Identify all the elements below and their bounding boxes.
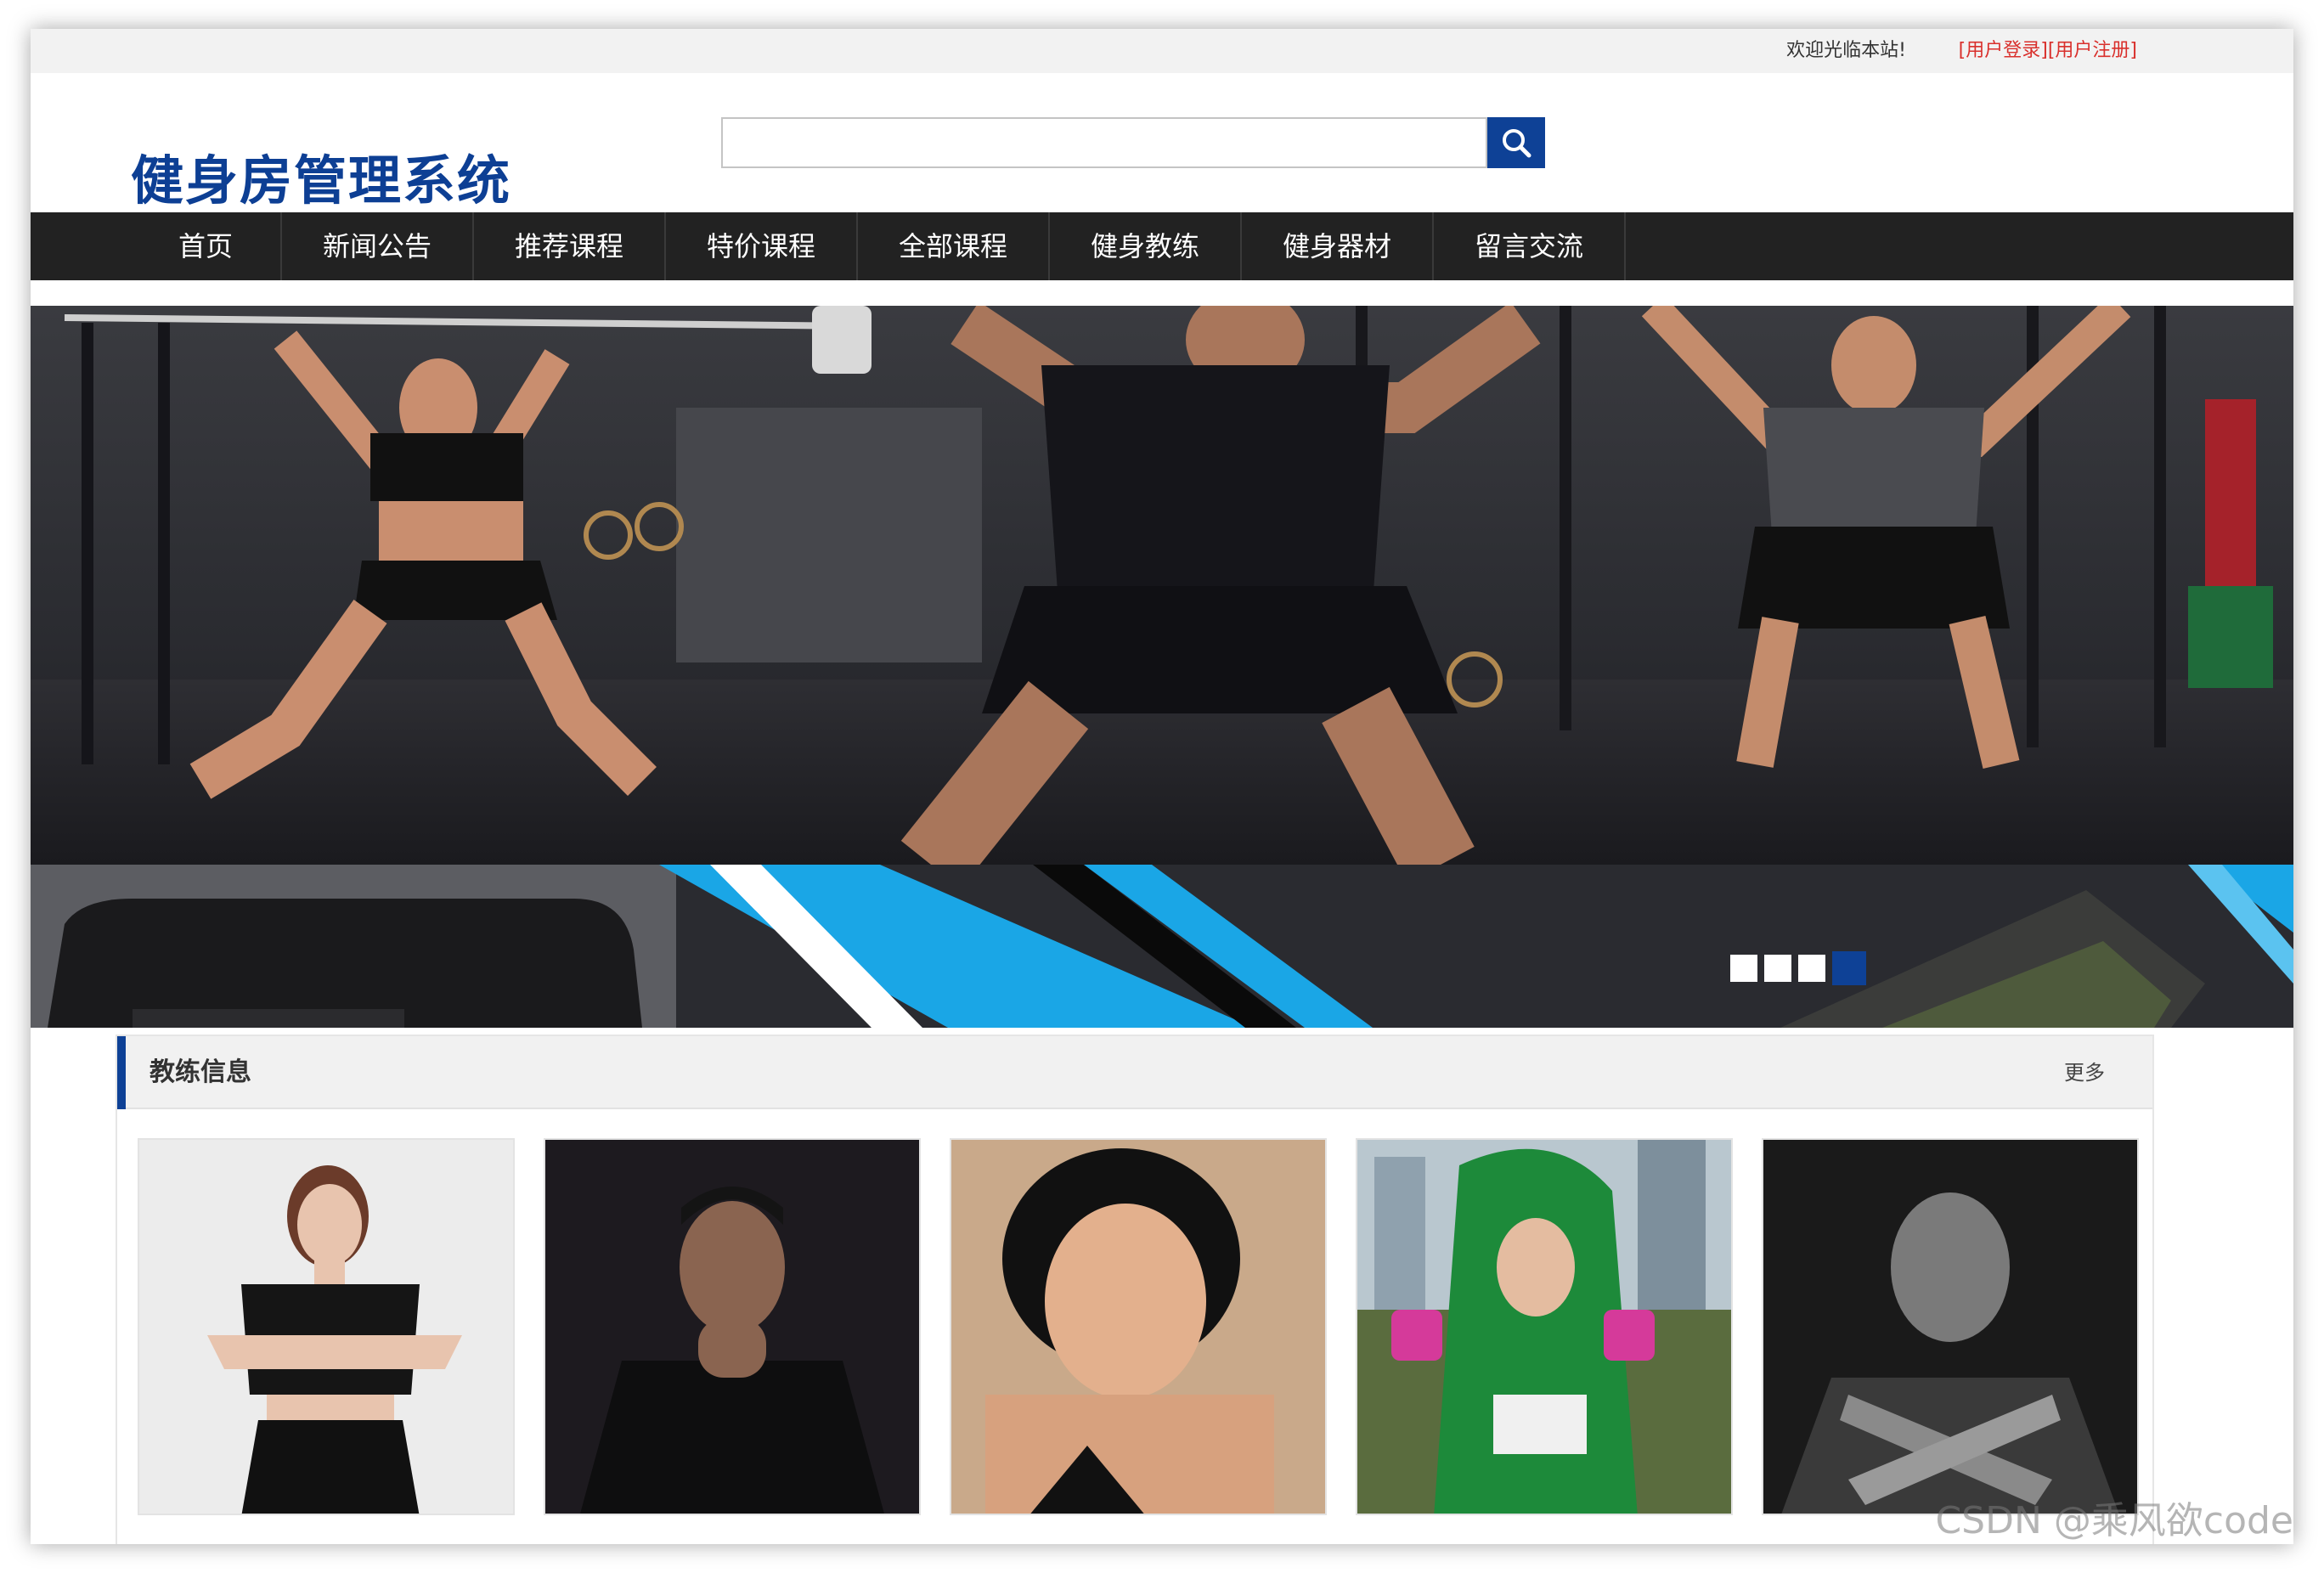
coach-photo-4 (1357, 1140, 1731, 1514)
carousel-dots (1730, 951, 1866, 985)
nav-item-5[interactable]: 全部课程 (858, 212, 1050, 280)
carousel-dot-3[interactable] (1798, 955, 1825, 982)
banner-photo (31, 306, 2293, 865)
nav-item-8[interactable]: 留言交流 (1434, 212, 1626, 280)
site-logo[interactable]: 健身房管理系统 (131, 138, 511, 214)
banner-strip-graphic (31, 865, 2293, 1028)
nav-item-4[interactable]: 特价课程 (666, 212, 858, 280)
login-link[interactable]: [用户登录] (1959, 40, 2048, 61)
nav-item-2[interactable]: 新闻公告 (282, 212, 474, 280)
coach-photo-3 (951, 1140, 1325, 1514)
carousel-dot-2[interactable] (1764, 955, 1791, 982)
carousel-dot-4[interactable] (1832, 951, 1866, 985)
coach-photo-1 (139, 1140, 513, 1514)
nav-item-1[interactable]: 首页 (131, 212, 282, 280)
coach-section-header: 教练信息 更多 (117, 1036, 2152, 1109)
register-link[interactable]: [用户注册] (2048, 40, 2137, 61)
auth-links: [用户登录][用户注册] (1959, 29, 2137, 73)
page-frame: 欢迎光临本站! [用户登录][用户注册] 健身房管理系统 首页 新闻公告 推荐课程特… (31, 29, 2293, 1544)
coach-photo-5 (1763, 1140, 2137, 1514)
coach-card[interactable] (950, 1138, 1327, 1515)
nav-item-6[interactable]: 健身教练 (1050, 212, 1242, 280)
top-bar: 欢迎光临本站! [用户登录][用户注册] (31, 29, 2293, 73)
nav-item-3[interactable]: 推荐课程 (474, 212, 666, 280)
coach-card[interactable] (138, 1138, 515, 1515)
coach-cards (138, 1138, 2139, 1515)
main-nav: 首页 新闻公告 推荐课程 特价课程 全部课程 健身教练 健身器材 留言交流 (31, 212, 2293, 280)
nav-item-7[interactable]: 健身器材 (1242, 212, 1434, 280)
banner-carousel[interactable] (31, 306, 2293, 1028)
more-link[interactable]: 更多 (2064, 1036, 2105, 1109)
coach-section-title: 教练信息 (149, 1057, 251, 1087)
welcome-text: 欢迎光临本站! (1786, 40, 1906, 61)
section-accent-bar (117, 1036, 126, 1109)
coach-card[interactable] (1762, 1138, 2139, 1515)
search-icon (1503, 129, 1531, 158)
coach-card[interactable] (544, 1138, 921, 1515)
carousel-dot-1[interactable] (1730, 955, 1757, 982)
coach-card[interactable] (1356, 1138, 1733, 1515)
watermark: CSDN @乘风欲code (1935, 1499, 2293, 1542)
search-button[interactable] (1487, 117, 1545, 168)
search-input[interactable] (721, 117, 1487, 168)
coach-section: 教练信息 更多 (116, 1035, 2154, 1544)
coach-photo-2 (545, 1140, 919, 1514)
